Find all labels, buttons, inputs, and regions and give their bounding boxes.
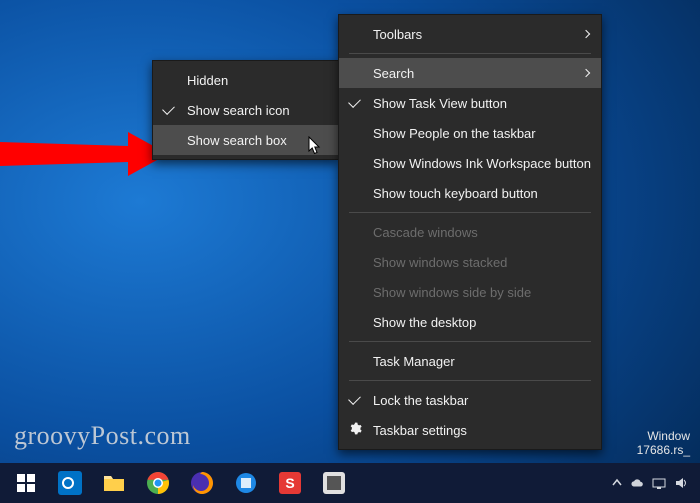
checkmark-icon bbox=[348, 95, 361, 108]
start-button[interactable] bbox=[4, 463, 48, 503]
submenu-item-show-search-box[interactable]: Show search box bbox=[153, 125, 338, 155]
label: Show Windows Ink Workspace button bbox=[373, 156, 591, 171]
menu-item-taskbar-settings[interactable]: Taskbar settings bbox=[339, 415, 601, 445]
label: Task Manager bbox=[373, 354, 455, 369]
taskbar-context-menu: Toolbars Search Show Task View button Sh… bbox=[338, 14, 602, 450]
checkmark-icon bbox=[348, 392, 361, 405]
separator bbox=[349, 380, 591, 381]
onedrive-icon[interactable] bbox=[630, 476, 644, 490]
taskbar-app-chrome[interactable] bbox=[136, 463, 180, 503]
snagit-icon: S bbox=[279, 472, 301, 494]
watermark: groovyPost.com bbox=[14, 421, 191, 451]
windows-logo-icon bbox=[17, 474, 35, 492]
submenu-item-show-search-icon[interactable]: Show search icon bbox=[153, 95, 338, 125]
separator bbox=[349, 212, 591, 213]
menu-item-toolbars[interactable]: Toolbars bbox=[339, 19, 601, 49]
desktop: Hidden Show search icon Show search box … bbox=[0, 0, 700, 503]
separator bbox=[349, 53, 591, 54]
annotation-arrow bbox=[0, 118, 170, 198]
app-icon bbox=[323, 472, 345, 494]
menu-item-show-people[interactable]: Show People on the taskbar bbox=[339, 118, 601, 148]
separator bbox=[349, 341, 591, 342]
chrome-icon bbox=[147, 472, 169, 494]
svg-text:S: S bbox=[285, 475, 294, 491]
taskbar-app-snagit[interactable]: S bbox=[268, 463, 312, 503]
label: Show touch keyboard button bbox=[373, 186, 538, 201]
label: Search bbox=[373, 66, 414, 81]
system-tray[interactable] bbox=[612, 476, 696, 490]
label: Lock the taskbar bbox=[373, 393, 468, 408]
taskbar-app-firefox[interactable] bbox=[180, 463, 224, 503]
taskbar-app-file-explorer[interactable] bbox=[92, 463, 136, 503]
taskbar-app-outlook[interactable] bbox=[48, 463, 92, 503]
menu-item-cascade-windows[interactable]: Cascade windows bbox=[339, 217, 601, 247]
label: Show windows stacked bbox=[373, 255, 507, 270]
menu-item-show-desktop[interactable]: Show the desktop bbox=[339, 307, 601, 337]
menu-item-task-manager[interactable]: Task Manager bbox=[339, 346, 601, 376]
label: Toolbars bbox=[373, 27, 422, 42]
label: Show the desktop bbox=[373, 315, 476, 330]
menu-item-search[interactable]: Search bbox=[339, 58, 601, 88]
menu-item-show-windows-stacked[interactable]: Show windows stacked bbox=[339, 247, 601, 277]
submenu-item-hidden[interactable]: Hidden bbox=[153, 65, 338, 95]
label: Hidden bbox=[187, 73, 228, 88]
taskbar-app-generic-2[interactable] bbox=[312, 463, 356, 503]
label: Show Task View button bbox=[373, 96, 507, 111]
label: Show People on the taskbar bbox=[373, 126, 536, 141]
volume-icon[interactable] bbox=[674, 476, 688, 490]
menu-item-lock-taskbar[interactable]: Lock the taskbar bbox=[339, 385, 601, 415]
search-submenu: Hidden Show search icon Show search box bbox=[152, 60, 339, 160]
gear-icon bbox=[348, 422, 362, 439]
label: Show search box bbox=[187, 133, 287, 148]
build-version: Window 17686.rs_ bbox=[637, 429, 690, 457]
firefox-icon bbox=[191, 472, 213, 494]
tray-chevron-up-icon[interactable] bbox=[612, 478, 622, 488]
label: Show search icon bbox=[187, 103, 290, 118]
label: Show windows side by side bbox=[373, 285, 531, 300]
menu-item-show-task-view[interactable]: Show Task View button bbox=[339, 88, 601, 118]
taskbar[interactable]: S bbox=[0, 463, 700, 503]
outlook-icon bbox=[58, 471, 82, 495]
taskbar-app-generic-blue[interactable] bbox=[224, 463, 268, 503]
label: Cascade windows bbox=[373, 225, 478, 240]
checkmark-icon bbox=[162, 102, 175, 115]
network-icon[interactable] bbox=[652, 476, 666, 490]
menu-item-show-windows-side-by-side[interactable]: Show windows side by side bbox=[339, 277, 601, 307]
menu-item-show-ink-workspace[interactable]: Show Windows Ink Workspace button bbox=[339, 148, 601, 178]
app-icon bbox=[235, 472, 257, 494]
label: Taskbar settings bbox=[373, 423, 467, 438]
folder-icon bbox=[102, 472, 126, 494]
menu-item-show-touch-keyboard[interactable]: Show touch keyboard button bbox=[339, 178, 601, 208]
